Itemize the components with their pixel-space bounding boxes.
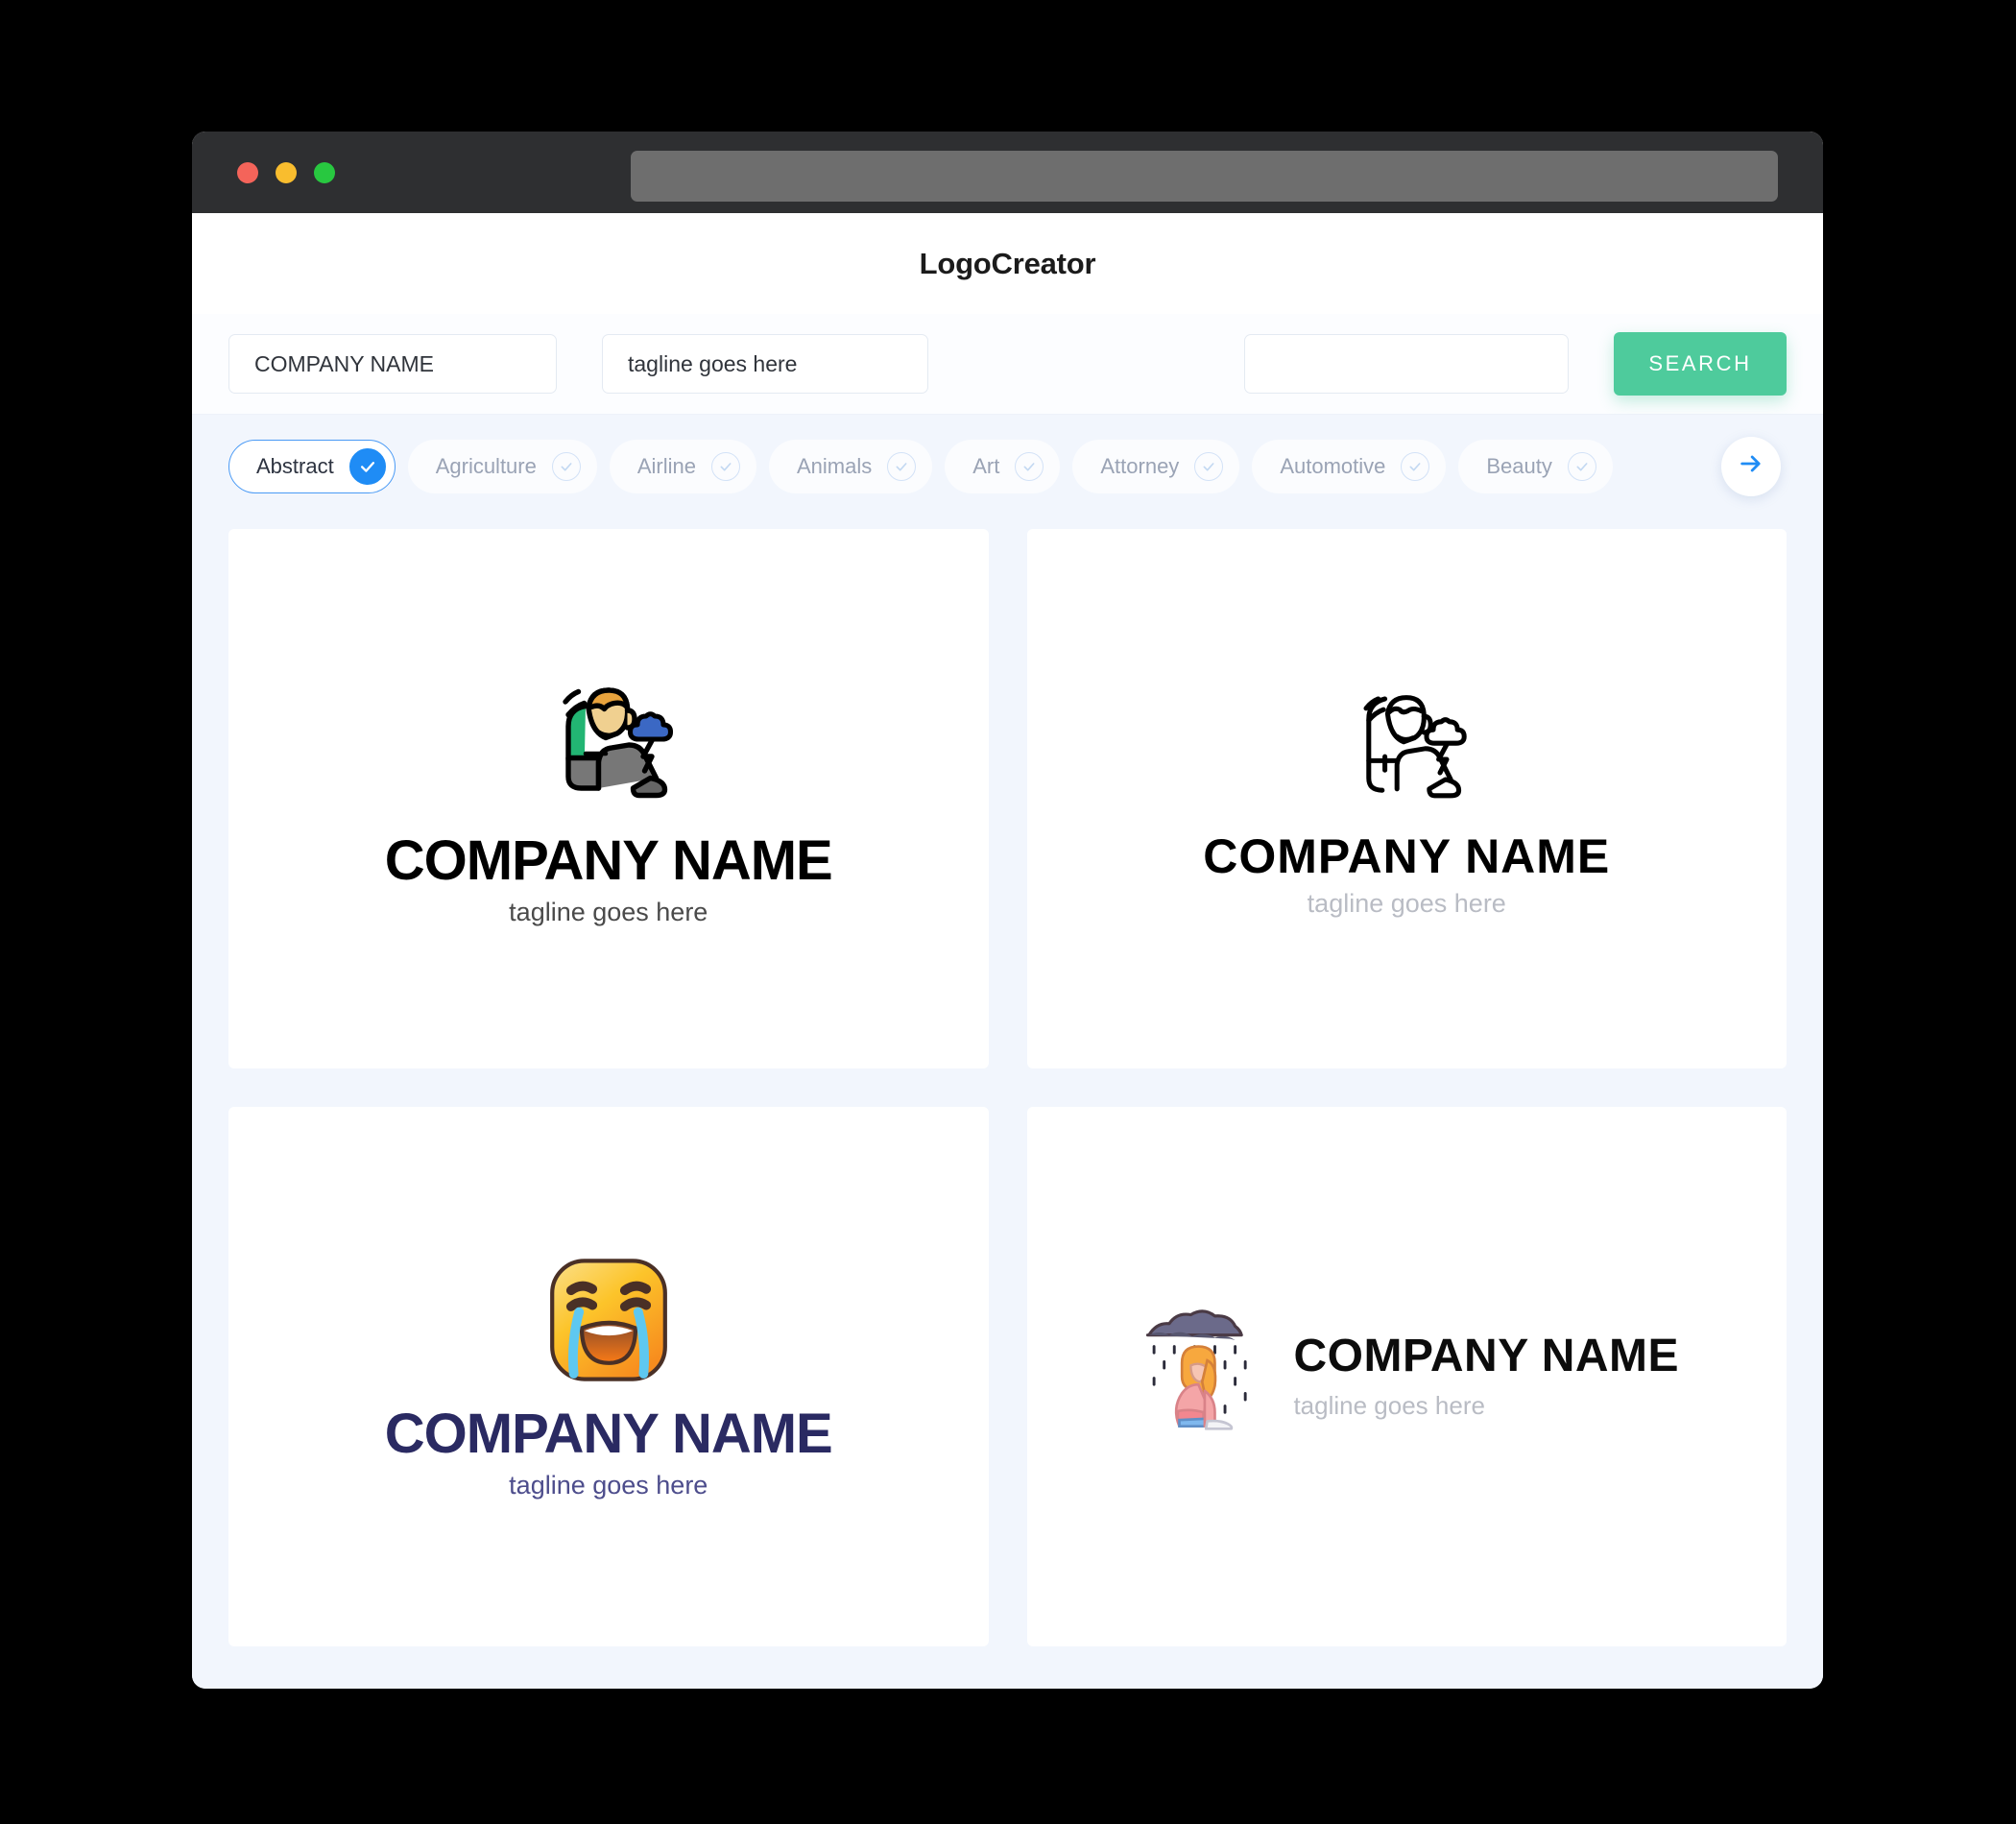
- keyword-input[interactable]: [1244, 334, 1569, 394]
- app-header: LogoCreator: [192, 213, 1823, 314]
- browser-titlebar: [192, 132, 1823, 213]
- tagline-input[interactable]: [602, 334, 928, 394]
- logo-card[interactable]: COMPANY NAME tagline goes here: [228, 529, 989, 1068]
- category-chip-automotive[interactable]: Automotive: [1252, 439, 1447, 493]
- logo-tagline: tagline goes here: [1293, 1390, 1485, 1420]
- search-button[interactable]: SEARCH: [1614, 332, 1787, 396]
- category-chip-attorney[interactable]: Attorney: [1072, 439, 1240, 493]
- check-circle-icon[interactable]: [887, 451, 917, 481]
- category-chip-label: Beauty: [1486, 453, 1552, 478]
- category-chip-beauty[interactable]: Beauty: [1458, 439, 1613, 493]
- check-circle-icon[interactable]: [1401, 451, 1430, 481]
- logo-tagline: tagline goes here: [509, 898, 708, 927]
- address-bar[interactable]: [631, 151, 1778, 202]
- logo-results-area: COMPANY NAME tagline goes here COMPANY NAM…: [192, 517, 1823, 1689]
- category-chip-label: Automotive: [1280, 453, 1386, 478]
- category-chip-label: Agriculture: [435, 453, 537, 478]
- logo-card[interactable]: COMPANY NAME tagline goes here: [1026, 529, 1787, 1068]
- check-circle-icon[interactable]: [1015, 451, 1044, 481]
- check-circle-icon[interactable]: [1567, 451, 1596, 481]
- arrow-right-icon: [1738, 450, 1764, 482]
- logo-preview: COMPANY NAME tagline goes here: [1134, 1305, 1679, 1450]
- category-chip-label: Animals: [797, 453, 873, 478]
- next-categories-button[interactable]: [1721, 436, 1781, 496]
- category-chip-label: Abstract: [256, 453, 334, 478]
- category-chip-label: Airline: [636, 453, 696, 478]
- category-chip-art[interactable]: Art: [945, 439, 1061, 493]
- check-circle-icon[interactable]: [1194, 451, 1224, 481]
- logo-tagline: tagline goes here: [509, 1471, 708, 1500]
- page-title: LogoCreator: [919, 246, 1096, 280]
- logo-grid: COMPANY NAME tagline goes here COMPANY NAM…: [228, 529, 1787, 1646]
- crying-face-emoji-icon: [541, 1253, 676, 1392]
- search-toolbar: SEARCH: [192, 314, 1823, 415]
- category-chip-label: Art: [972, 453, 1000, 478]
- category-filter-bar: Abstract Agriculture Airline Animals Art Atto…: [192, 415, 1823, 517]
- category-chip-agriculture[interactable]: Agriculture: [407, 439, 597, 493]
- logo-company-name: COMPANY NAME: [1203, 828, 1611, 883]
- category-chip-animals[interactable]: Animals: [769, 439, 933, 493]
- check-circle-icon[interactable]: [348, 447, 386, 485]
- logo-card[interactable]: COMPANY NAME tagline goes here: [1026, 1107, 1787, 1646]
- traffic-lights: [237, 161, 335, 183]
- logo-company-name: COMPANY NAME: [384, 828, 833, 892]
- sad-person-storm-cloud-color-icon: [537, 670, 681, 819]
- logo-tagline: tagline goes here: [1307, 889, 1506, 919]
- sad-person-storm-cloud-outline-icon: [1339, 679, 1474, 818]
- sad-girl-rain-cloud-icon: [1134, 1305, 1260, 1436]
- logo-company-name: COMPANY NAME: [1293, 1331, 1680, 1382]
- maximize-window-button[interactable]: [314, 161, 335, 183]
- logo-preview: COMPANY NAME tagline goes here: [1203, 679, 1610, 920]
- logo-preview: COMPANY NAME tagline goes here: [384, 1253, 833, 1501]
- minimize-window-button[interactable]: [276, 161, 297, 183]
- close-window-button[interactable]: [237, 161, 258, 183]
- category-chip-airline[interactable]: Airline: [609, 439, 756, 493]
- company-name-input[interactable]: [228, 334, 557, 394]
- check-circle-icon[interactable]: [551, 451, 581, 481]
- category-chip-abstract[interactable]: Abstract: [228, 439, 396, 493]
- browser-window: LogoCreator SEARCH Abstract Agriculture Ai…: [192, 132, 1823, 1689]
- category-chip-label: Attorney: [1100, 453, 1180, 478]
- logo-company-name: COMPANY NAME: [384, 1402, 833, 1465]
- logo-card[interactable]: COMPANY NAME tagline goes here: [228, 1107, 989, 1646]
- check-circle-icon[interactable]: [711, 451, 740, 481]
- logo-preview: COMPANY NAME tagline goes here: [384, 670, 833, 928]
